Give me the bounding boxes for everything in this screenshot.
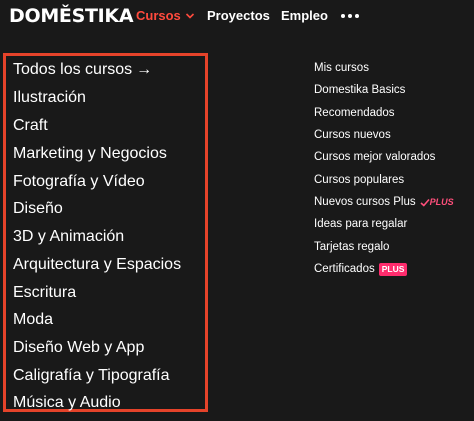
category-list-highlighted: Todos los cursos → Ilustración Craft Mark…	[3, 53, 208, 412]
plus-badge: PLUS	[378, 262, 408, 276]
more-dot	[348, 14, 352, 18]
nav-cursos-dropdown[interactable]: Cursos	[136, 8, 195, 24]
category-diseno[interactable]: Diseño	[13, 199, 63, 219]
all-courses-label: Todos los cursos	[13, 61, 133, 78]
all-courses-link[interactable]: Todos los cursos →	[13, 60, 152, 80]
menu-tarjetas-regalo[interactable]: Tarjetas regalo	[314, 240, 389, 254]
category-musica-audio[interactable]: Música y Audio	[13, 393, 121, 413]
plus-tag: PLUS	[420, 195, 454, 209]
category-caligrafia-tipografia[interactable]: Caligrafía y Tipografía	[13, 366, 170, 386]
more-dot	[341, 14, 345, 18]
menu-mis-cursos[interactable]: Mis cursos	[314, 61, 369, 75]
top-navigation-bar: DOMĚSTIKA Cursos Proyectos Empleo	[0, 0, 474, 34]
chevron-down-icon	[185, 13, 194, 19]
category-fotografia-video[interactable]: Fotografía y Vídeo	[13, 172, 145, 192]
category-3d-animacion[interactable]: 3D y Animación	[13, 227, 124, 247]
category-marketing-negocios[interactable]: Marketing y Negocios	[13, 144, 167, 164]
menu-cursos-nuevos[interactable]: Cursos nuevos	[314, 128, 391, 142]
menu-recomendados[interactable]: Recomendados	[314, 106, 395, 120]
menu-nuevos-cursos-plus[interactable]: Nuevos cursos Plus PLUS	[314, 195, 454, 209]
category-craft[interactable]: Craft	[13, 116, 48, 136]
nav-empleo-link[interactable]: Empleo	[281, 8, 328, 24]
menu-cursos-mejor-valorados[interactable]: Cursos mejor valorados	[314, 150, 435, 164]
category-escritura[interactable]: Escritura	[13, 283, 76, 303]
domestika-logo[interactable]: DOMĚSTIKA	[9, 5, 134, 27]
category-diseno-web-app[interactable]: Diseño Web y App	[13, 338, 144, 358]
menu-certificados[interactable]: Certificados PLUS	[314, 262, 408, 276]
nav-cursos-label: Cursos	[136, 8, 181, 23]
menu-ideas-para-regalar[interactable]: Ideas para regalar	[314, 217, 407, 231]
checkmark-icon	[420, 198, 430, 207]
more-options-icon[interactable]	[341, 8, 359, 24]
category-moda[interactable]: Moda	[13, 310, 53, 330]
more-dot	[355, 14, 359, 18]
nav-proyectos-link[interactable]: Proyectos	[207, 8, 270, 24]
menu-nuevos-cursos-plus-label: Nuevos cursos Plus	[314, 196, 416, 208]
plus-tag-label: PLUS	[429, 197, 454, 207]
arrow-right-icon: →	[136, 61, 153, 78]
menu-certificados-label: Certificados	[314, 263, 375, 275]
category-arquitectura-espacios[interactable]: Arquitectura y Espacios	[13, 255, 181, 275]
menu-domestika-basics[interactable]: Domestika Basics	[314, 83, 405, 97]
category-ilustracion[interactable]: Ilustración	[13, 88, 86, 108]
menu-cursos-populares[interactable]: Cursos populares	[314, 173, 404, 187]
